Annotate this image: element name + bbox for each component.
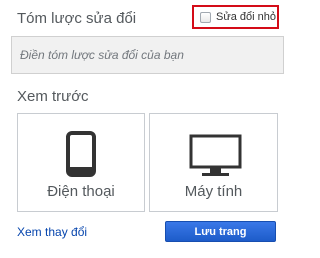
- preview-heading: Xem trước: [17, 88, 89, 105]
- preview-desktop-button[interactable]: Máy tính: [149, 113, 278, 212]
- summary-input[interactable]: Điền tóm lược sửa đổi của bạn: [11, 36, 284, 74]
- summary-placeholder: Điền tóm lược sửa đổi của bạn: [20, 48, 184, 62]
- preview-desktop-label: Máy tính: [184, 183, 243, 200]
- minor-edit-option[interactable]: Sửa đổi nhỏ: [192, 5, 279, 29]
- view-changes-link[interactable]: Xem thay đổi: [17, 225, 87, 239]
- minor-edit-label[interactable]: Sửa đổi nhỏ: [216, 11, 276, 23]
- summary-title: Tóm lược sửa đổi: [17, 10, 137, 27]
- preview-phone-label: Điện thoại: [47, 183, 115, 200]
- preview-phone-button[interactable]: Điện thoại: [17, 113, 145, 212]
- save-page-button[interactable]: Lưu trang: [165, 221, 276, 242]
- minor-edit-checkbox[interactable]: [200, 11, 211, 23]
